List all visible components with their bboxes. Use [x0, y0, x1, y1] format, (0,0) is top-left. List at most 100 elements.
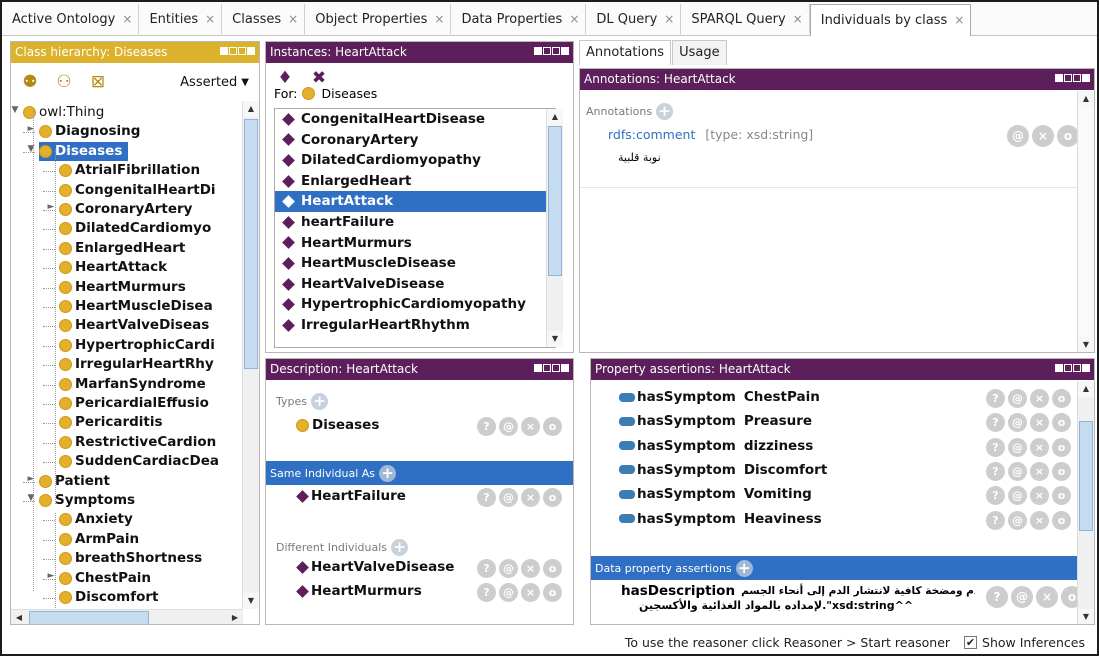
hscroll-thumb[interactable] [29, 611, 149, 624]
scroll-down-icon[interactable]: ▼ [1078, 609, 1094, 624]
at-icon[interactable]: @ [499, 417, 518, 436]
scroll-down-icon[interactable]: ▼ [547, 331, 563, 347]
class-node-dilatedcardiomyo[interactable]: DilatedCardiomyo [59, 219, 211, 238]
at-icon[interactable]: @ [1008, 486, 1027, 506]
scroll-thumb[interactable] [1079, 421, 1093, 531]
add-sibling-class-icon[interactable]: ⚇ [51, 69, 77, 95]
class-node-patient[interactable]: Patient [39, 472, 110, 491]
show-inferences-checkbox[interactable]: ✔ Show Inferences [964, 635, 1085, 650]
edit-icon[interactable]: o [543, 417, 562, 436]
close-tab-icon[interactable]: × [205, 12, 215, 26]
individual-item[interactable]: HeartMurmurs [275, 233, 555, 254]
tab-object-properties[interactable]: Object Properties × [305, 4, 452, 34]
close-tab-icon[interactable]: × [288, 12, 298, 26]
edit-icon[interactable]: o [543, 559, 562, 578]
scroll-thumb[interactable] [244, 119, 258, 369]
at-icon[interactable]: @ [1008, 437, 1027, 457]
close-tab-icon[interactable]: × [434, 12, 444, 26]
annotations-vscroll[interactable]: ▲ ▼ [1077, 91, 1094, 352]
help-icon[interactable]: ? [986, 586, 1008, 608]
at-icon[interactable]: @ [1007, 125, 1029, 147]
tab-classes[interactable]: Classes × [222, 4, 306, 34]
remove-icon[interactable]: × [521, 417, 540, 436]
class-node-heartvalvediseas[interactable]: HeartValveDiseas [59, 316, 209, 335]
remove-icon[interactable]: × [1030, 413, 1049, 433]
panel-window-controls[interactable] [534, 364, 569, 372]
individual-item[interactable]: HeartMuscleDisease [275, 253, 555, 274]
remove-icon[interactable]: × [521, 583, 540, 602]
remove-icon[interactable]: × [1030, 486, 1049, 506]
edit-icon[interactable]: o [1052, 510, 1071, 530]
close-tab-icon[interactable]: × [664, 12, 674, 26]
object-property-assertion[interactable]: hasSymptom Heaviness [619, 511, 822, 527]
individual-item[interactable]: CoronaryArtery [275, 130, 555, 151]
panel-window-controls[interactable] [534, 47, 569, 55]
add-annotation-icon[interactable]: + [656, 103, 674, 120]
tab-sparql-query[interactable]: SPARQL Query × [681, 4, 810, 34]
close-tab-icon[interactable]: × [793, 12, 803, 26]
class-node-heartattack[interactable]: HeartAttack [59, 258, 167, 277]
class-node-hypertrophiccardi[interactable]: HypertrophicCardi [59, 336, 215, 355]
class-node-marfansyndrome[interactable]: MarfanSyndrome [59, 375, 206, 394]
individual-item[interactable]: HeartValveDisease [275, 274, 555, 295]
tab-active-ontology[interactable]: Active Ontology × [2, 4, 140, 34]
edit-icon[interactable]: o [543, 583, 562, 602]
help-icon[interactable]: ? [477, 583, 496, 602]
tab-data-properties[interactable]: Data Properties × [451, 4, 587, 34]
subtab-usage[interactable]: Usage [672, 40, 727, 65]
help-icon[interactable]: ? [986, 413, 1005, 433]
help-icon[interactable]: ? [986, 461, 1005, 481]
at-icon[interactable]: @ [1008, 389, 1027, 408]
add-subclass-icon[interactable]: ⚉ [17, 69, 43, 95]
object-property-assertion[interactable]: hasSymptom Preasure [619, 413, 812, 429]
add-same-individual-icon[interactable]: + [379, 464, 397, 482]
checkbox-icon[interactable]: ✔ [964, 635, 978, 649]
type-item[interactable]: Diseases [296, 417, 379, 433]
expanded-toggle-icon[interactable]: ▼ [25, 144, 37, 154]
class-node-coronaryartery[interactable]: CoronaryArtery [59, 200, 192, 219]
tab-dl-query[interactable]: DL Query × [586, 4, 682, 34]
close-tab-icon[interactable]: × [569, 12, 579, 26]
help-icon[interactable]: ? [477, 488, 496, 507]
close-tab-icon[interactable]: × [122, 12, 132, 26]
data-property-assertion[interactable]: hasDescription "لدم ومضخة كافية لانتشار … [619, 583, 975, 612]
collapsed-toggle-icon[interactable]: ► [25, 124, 37, 134]
edit-icon[interactable]: o [1052, 413, 1071, 433]
class-node-heartmuscledisea[interactable]: HeartMuscleDisea [59, 297, 213, 316]
class-node-pericardialeffusio[interactable]: PericardialEffusio [59, 394, 209, 413]
class-node-atrialfibrillation[interactable]: AtrialFibrillation [59, 161, 200, 180]
at-icon[interactable]: @ [499, 488, 518, 507]
remove-icon[interactable]: × [521, 559, 540, 578]
edit-icon[interactable]: o [1052, 389, 1071, 408]
class-node-pericarditis[interactable]: Pericarditis [59, 413, 163, 432]
add-data-property-icon[interactable]: + [735, 559, 753, 577]
add-type-icon[interactable]: + [311, 393, 328, 410]
class-node-owl:thing[interactable]: owl:Thing [23, 103, 104, 122]
edit-icon[interactable]: o [1052, 486, 1071, 506]
scroll-down-icon[interactable]: ▼ [243, 593, 259, 609]
expanded-toggle-icon[interactable]: ▼ [25, 493, 37, 503]
property-vscroll[interactable]: ▲ ▼ [1077, 381, 1094, 624]
help-icon[interactable]: ? [986, 486, 1005, 506]
edit-icon[interactable]: o [543, 488, 562, 507]
class-tree-hscroll[interactable]: ◀ ▶ [11, 609, 243, 624]
at-icon[interactable]: @ [1008, 413, 1027, 433]
scroll-up-icon[interactable]: ▲ [243, 101, 259, 117]
scroll-up-icon[interactable]: ▲ [547, 109, 563, 125]
tab-entities[interactable]: Entities × [139, 4, 223, 34]
expanded-toggle-icon[interactable]: ▼ [11, 105, 21, 115]
different-individual-item[interactable]: HeartValveDisease [296, 559, 454, 575]
class-node-diagnosing[interactable]: Diagnosing [39, 122, 140, 141]
class-node-diseases[interactable]: Diseases [39, 141, 129, 161]
remove-icon[interactable]: × [1030, 461, 1049, 481]
scroll-down-icon[interactable]: ▼ [1078, 337, 1094, 352]
object-property-assertion[interactable]: hasSymptom Discomfort [619, 462, 827, 478]
edit-icon[interactable]: o [1052, 461, 1071, 481]
edit-icon[interactable]: o [1057, 125, 1079, 147]
scroll-up-icon[interactable]: ▲ [1078, 91, 1094, 107]
individual-item[interactable]: EnlargedHeart [275, 171, 555, 192]
scroll-up-icon[interactable]: ▲ [1078, 381, 1094, 397]
class-node-restrictivecardion[interactable]: RestrictiveCardion [59, 433, 216, 452]
class-node-irregularheartrhy[interactable]: IrregularHeartRhy [59, 355, 214, 374]
class-node-breathshortness[interactable]: breathShortness [59, 549, 202, 568]
